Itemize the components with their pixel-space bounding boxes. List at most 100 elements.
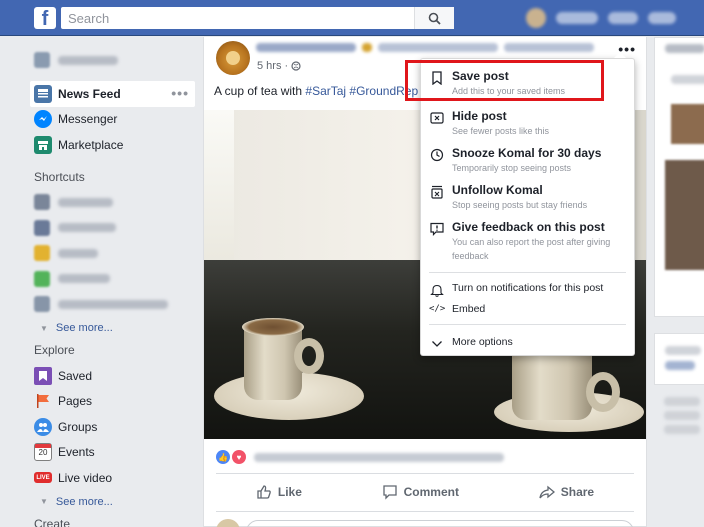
menu-item-subtitle: Stop seeing posts but stay friends (452, 200, 588, 210)
hashtag-link[interactable]: #SarTaj (305, 84, 346, 98)
like-button[interactable]: Like (256, 484, 302, 500)
sidebar-item-label: Live video (58, 470, 113, 485)
reactions-summary[interactable]: 👍 ♥ (216, 450, 504, 464)
chevron-down-icon (432, 341, 442, 347)
marketplace-icon (34, 135, 52, 154)
post-author-line[interactable] (256, 43, 606, 52)
explore-heading: Explore (34, 343, 75, 357)
menu-item-give-feedback[interactable]: Give feedback on this post You can also … (421, 220, 634, 263)
menu-item-subtitle: feedback (452, 251, 489, 261)
see-more-explore-link[interactable]: ▼ See more... (30, 491, 195, 513)
love-reaction-icon: ♥ (232, 450, 246, 464)
sidebar-item-label: Saved (58, 368, 93, 383)
post-author-avatar[interactable] (216, 41, 250, 75)
menu-item-subtitle: You can also report the post after givin… (452, 237, 611, 247)
see-more-label: See more... (55, 322, 113, 334)
sidebar-item-label: Groups (58, 419, 98, 434)
menu-item-unfollow[interactable]: Unfollow Komal Stop seeing posts but sta… (421, 183, 634, 212)
menu-item-snooze[interactable]: Snooze Komal for 30 days Temporarily sto… (421, 146, 634, 175)
messenger-icon (34, 110, 52, 129)
menu-separator (429, 272, 626, 273)
right-card (654, 37, 704, 317)
hide-x-box-icon (430, 112, 444, 124)
groups-icon (34, 417, 52, 436)
comment-input[interactable] (246, 520, 634, 527)
sidebar-item-groups[interactable]: Groups (30, 414, 195, 440)
sidebar-item-saved[interactable]: Saved (30, 363, 195, 389)
shortcut-item[interactable] (30, 266, 195, 292)
code-embed-icon: </> (429, 304, 446, 314)
search-button[interactable] (414, 7, 454, 29)
globe-privacy-icon[interactable] (291, 61, 301, 71)
share-button[interactable]: Share (539, 484, 594, 500)
menu-item-more-options[interactable]: More options (421, 335, 634, 349)
menu-item-title: Hide post (452, 109, 507, 123)
sidebar-item-live-video[interactable]: LIVE Live video (30, 465, 195, 491)
menu-item-title: Give feedback on this post (452, 220, 605, 234)
right-card (654, 333, 704, 385)
feedback-exclamation-icon (430, 222, 444, 236)
photo-cup-handle (294, 338, 324, 374)
menu-item-subtitle: See fewer posts like this (452, 126, 550, 136)
sidebar-item-label: Events (58, 445, 95, 460)
profile-name-link[interactable] (556, 12, 598, 24)
unfollow-icon (431, 185, 443, 199)
shortcut-item[interactable] (30, 215, 195, 241)
top-navigation-bar: f (0, 0, 704, 36)
sidebar-item-label: News Feed (58, 86, 121, 101)
post-options-menu: Save post Add this to your saved items H… (420, 52, 635, 356)
sidebar-item-label: Marketplace (58, 137, 124, 152)
find-friends-link[interactable] (648, 12, 676, 24)
chevron-down-icon: ▼ (40, 497, 48, 506)
menu-item-hide-post[interactable]: Hide post See fewer posts like this (421, 109, 634, 138)
sidebar-item-label: Messenger (58, 112, 118, 127)
sidebar-item-messenger[interactable]: Messenger (30, 107, 195, 133)
shortcut-item[interactable] (30, 241, 195, 267)
shortcut-item[interactable] (30, 292, 195, 318)
menu-item-embed[interactable]: </> Embed (421, 302, 634, 316)
search-icon (428, 12, 441, 25)
see-more-label: See more... (55, 495, 113, 508)
menu-item-title: Snooze Komal for 30 days (452, 146, 602, 160)
comment-label: Comment (403, 485, 459, 499)
photo-cup-handle (586, 372, 620, 412)
divider (216, 511, 634, 512)
menu-item-title: Unfollow Komal (452, 183, 543, 197)
shortcut-item[interactable] (30, 190, 195, 216)
sidebar-profile[interactable] (30, 46, 195, 74)
sidebar-item-news-feed[interactable]: News Feed ••• (30, 81, 195, 107)
profile-avatar[interactable] (526, 8, 546, 28)
comment-button[interactable]: Comment (382, 484, 459, 500)
bell-icon (430, 284, 444, 297)
share-arrow-icon (539, 485, 555, 499)
home-link[interactable] (608, 12, 638, 24)
menu-item-notifications[interactable]: Turn on notifications for this post (421, 281, 634, 297)
photo-cup (244, 325, 302, 400)
post-timestamp[interactable]: 5 hrs · (257, 60, 288, 72)
highlight-box (405, 60, 604, 101)
divider (216, 473, 634, 474)
saved-icon (34, 366, 52, 385)
sidebar-item-label: Pages (58, 394, 93, 409)
thumbs-up-icon (257, 485, 271, 499)
post-meta: 5 hrs · (257, 60, 301, 72)
see-more-shortcuts-link[interactable]: ▼ See more... (30, 317, 195, 339)
sidebar-item-marketplace[interactable]: Marketplace (30, 132, 195, 158)
more-options-dots[interactable]: ••• (171, 85, 189, 101)
search-input[interactable] (61, 7, 401, 29)
right-footer (664, 397, 700, 434)
facebook-logo[interactable]: f (34, 7, 56, 29)
comment-composer (216, 517, 634, 527)
search-bar (61, 7, 454, 29)
share-label: Share (560, 485, 595, 499)
post-text: A cup of tea with #SarTaj #GroundRep (214, 84, 418, 98)
left-sidebar: News Feed ••• Messenger Marketplace Shor… (30, 46, 195, 527)
profile-avatar-icon (34, 52, 50, 68)
menu-item-label: Turn on notifications for this post (452, 282, 604, 294)
sidebar-item-events[interactable]: 20 Events (30, 440, 195, 466)
sidebar-item-pages[interactable]: Pages (30, 389, 195, 415)
photo-cup-rim (242, 318, 304, 336)
commenter-avatar (216, 519, 240, 527)
chevron-down-icon: ▼ (40, 323, 48, 333)
menu-item-label: Embed (452, 303, 486, 315)
